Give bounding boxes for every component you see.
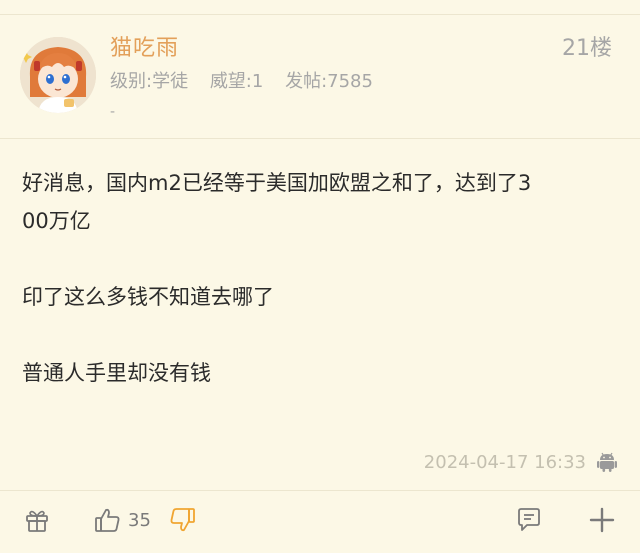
- like-count: 35: [128, 509, 151, 531]
- more-button[interactable]: [589, 506, 615, 534]
- thumb-down-icon: [170, 508, 195, 532]
- username[interactable]: 猫吃雨: [110, 30, 179, 62]
- user-meta: 级别:学徒 威望:1 发帖:7585: [110, 67, 389, 93]
- content-line: 00万亿: [22, 209, 91, 233]
- floor-number: 21楼: [562, 36, 612, 61]
- gift-button[interactable]: [24, 506, 50, 534]
- plus-icon: [589, 507, 615, 533]
- post-floor: 猫吃雨 21楼 级别:学徒 威望:1 发帖:7585 - 好消息，国内m2已经等…: [0, 0, 640, 553]
- thumb-up-icon: [95, 508, 120, 532]
- android-icon: [596, 451, 618, 473]
- comment-icon: [518, 508, 540, 531]
- dislike-button[interactable]: [168, 506, 196, 534]
- avatar[interactable]: [20, 37, 96, 113]
- post-content: 好消息，国内m2已经等于美国加欧盟之和了，达到了3 00万亿 印了这么多钱不知道…: [22, 164, 618, 392]
- user-signature: -: [110, 104, 116, 120]
- top-divider: [0, 14, 640, 15]
- user-prestige: 威望:1: [209, 71, 264, 92]
- header-divider: [0, 138, 640, 139]
- content-line: 普通人手里却没有钱: [22, 361, 211, 385]
- user-post-count: 发帖:7585: [285, 71, 373, 92]
- content-line: 好消息，国内m2已经等于美国加欧盟之和了，达到了3: [22, 171, 532, 195]
- user-level: 级别:学徒: [110, 71, 189, 92]
- like-button[interactable]: 35: [94, 506, 151, 534]
- footer-divider: [0, 490, 640, 491]
- avatar-image: [20, 37, 96, 113]
- reply-button[interactable]: [515, 506, 543, 534]
- post-timestamp: 2024-04-17 16:33: [423, 452, 586, 473]
- gift-icon: [26, 510, 48, 532]
- content-line: 印了这么多钱不知道去哪了: [22, 285, 274, 309]
